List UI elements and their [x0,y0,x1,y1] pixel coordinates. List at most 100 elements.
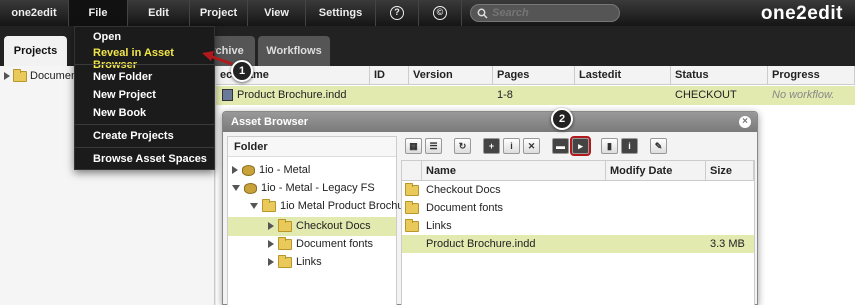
file-name: Checkout Docs [426,184,501,196]
tree-item-checkout-docs[interactable]: Checkout Docs [268,218,371,232]
app-name-menu[interactable]: one2edit [0,0,69,26]
menu-file[interactable]: File [69,0,128,26]
row-lastedit [575,86,671,105]
table-row[interactable]: Product Brochure.indd 1-8 CHECKOUT No wo… [216,86,855,105]
edit-document-icon[interactable]: ✎ [650,138,667,154]
tree-item-label: 1io - Metal [259,164,311,176]
asset-toolbar: ▦ ☰ ↻ + i ✕ ▬ ▸ ▮ i ✎ [401,136,755,156]
indesign-document-icon [222,89,233,102]
column-header-icon [402,161,422,180]
column-header-version[interactable]: Version [409,66,493,84]
delete-icon[interactable]: ✕ [523,138,540,154]
menu-edit[interactable]: Edit [128,0,190,26]
about-button[interactable]: © [419,0,462,26]
info-icon[interactable]: i [503,138,520,154]
menu-item-reveal-in-asset-browser[interactable]: Reveal in Asset Browser [93,47,214,71]
tree-item-links[interactable]: Links [268,254,322,268]
search-input[interactable] [492,7,612,19]
row-name: Product Brochure.indd [237,89,347,101]
refresh-icon[interactable]: ↻ [454,138,471,154]
tree-item-label: Document fonts [296,238,374,250]
folder-tree-panel: Folder 1io - Metal 1io - Metal - Legacy … [227,136,416,305]
list-item[interactable]: Product Brochure.indd 3.3 MB [402,235,754,253]
asset-browser-title: Asset Browser [231,116,309,128]
bookmark-icon[interactable]: ▮ [601,138,618,154]
upload-icon[interactable]: ▬ [552,138,569,154]
column-header-pages[interactable]: Pages [493,66,575,84]
asset-space-icon [242,164,255,176]
file-name: Product Brochure.indd [426,238,536,250]
row-id [370,86,409,105]
list-item[interactable]: Document fonts [402,199,754,217]
search-box[interactable] [470,4,620,22]
callout-step-2: 2 [551,108,573,130]
menu-item-new-project[interactable]: New Project [93,89,156,101]
asset-space-icon [244,182,257,194]
expand-arrow-icon[interactable] [268,258,274,266]
folder-icon [13,68,27,82]
folder-tree-header: Folder [228,137,396,157]
help-button[interactable]: ? [376,0,419,26]
expand-arrow-icon[interactable] [268,240,274,248]
folder-icon [278,254,292,268]
file-list-panel: ▦ ☰ ↻ + i ✕ ▬ ▸ ▮ i ✎ Name Modify Date S… [401,136,755,305]
file-menu-dropdown: Open Reveal in Asset Browser New Folder … [74,26,215,170]
grid-view-icon[interactable]: ▦ [405,138,422,154]
copyright-icon: © [433,6,447,20]
column-header-progress[interactable]: Progress [768,66,855,84]
folder-icon [405,182,419,196]
file-list-header: Name Modify Date Size [402,161,754,181]
column-header-status[interactable]: Status [671,66,768,84]
row-pages: 1-8 [497,89,513,101]
column-header-lastedit[interactable]: Lastedit [575,66,671,84]
tree-item-label: 1io Metal Product Brochur... [280,200,416,212]
column-header-id[interactable]: ID [370,66,409,84]
document-info-icon[interactable]: i [621,138,638,154]
tree-item-label: 1io - Metal - Legacy FS [261,182,375,194]
column-header-modify-date[interactable]: Modify Date [606,161,706,180]
tab-workflows[interactable]: Workflows [258,36,330,66]
tree-item-label: Links [296,256,322,268]
table-header: ect Name ID Version Pages Lastedit Statu… [216,66,855,85]
column-header-size[interactable]: Size [706,161,754,180]
file-size: 3.3 MB [710,238,745,250]
reveal-folder-icon[interactable]: ▸ [570,136,591,156]
menu-item-new-folder[interactable]: New Folder [93,71,152,83]
menu-settings[interactable]: Settings [306,0,376,26]
folder-icon [405,218,419,232]
row-name-cell: Product Brochure.indd [216,86,370,105]
folder-icon [278,218,292,232]
expand-arrow-icon[interactable] [4,72,10,80]
close-icon[interactable]: × [739,116,751,128]
list-item[interactable]: Links [402,217,754,235]
file-name: Document fonts [426,202,504,214]
menu-view[interactable]: View [248,0,306,26]
menu-item-create-projects[interactable]: Create Projects [93,130,174,142]
collapse-arrow-icon[interactable] [250,203,258,209]
folder-icon [262,198,276,212]
search-icon [477,8,488,19]
tree-item-1io-metal-legacy[interactable]: 1io - Metal - Legacy FS [232,182,375,194]
tree-item-1io-metal[interactable]: 1io - Metal [232,164,310,176]
asset-browser-titlebar[interactable]: Asset Browser × [223,112,757,132]
tree-item-product-brochure-folder[interactable]: 1io Metal Product Brochur... [250,198,416,212]
brand-logo: one2edit [760,3,843,24]
expand-arrow-icon[interactable] [232,166,238,174]
menu-item-open[interactable]: Open [93,31,121,43]
expand-arrow-icon[interactable] [268,222,274,230]
file-name: Links [426,220,452,232]
folder-icon [405,200,419,214]
tab-projects[interactable]: Projects [4,36,67,66]
menu-separator [75,64,214,65]
menu-item-new-book[interactable]: New Book [93,107,146,119]
list-view-icon[interactable]: ☰ [425,138,442,154]
new-folder-icon[interactable]: + [483,138,500,154]
callout-step-1: 1 [231,60,253,82]
tree-item-document-fonts[interactable]: Document fonts [268,236,374,250]
menu-project[interactable]: Project [190,0,248,26]
column-header-name[interactable]: Name [422,161,606,180]
collapse-arrow-icon[interactable] [232,185,240,191]
menu-separator [75,124,214,125]
list-item[interactable]: Checkout Docs [402,181,754,199]
menu-item-browse-asset-spaces[interactable]: Browse Asset Spaces [93,153,207,165]
